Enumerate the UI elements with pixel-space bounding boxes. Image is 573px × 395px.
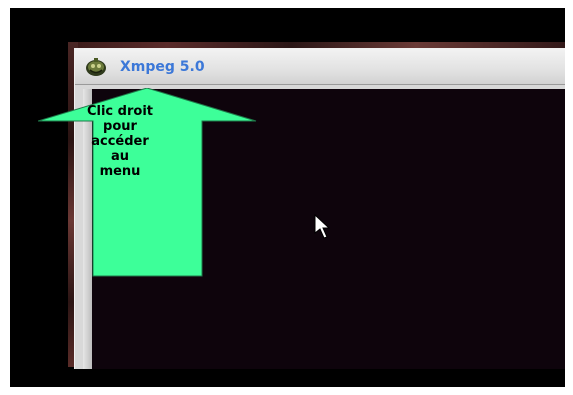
callout-line: Clic droit <box>86 104 153 119</box>
xmpeg-app-icon[interactable] <box>85 57 107 77</box>
callout-line: accéder <box>91 134 149 149</box>
screen: Xmpeg 5.0 Clic droit pour accéder au men… <box>10 8 565 387</box>
screenshot-frame: Xmpeg 5.0 Clic droit pour accéder au men… <box>0 0 573 395</box>
callout-line: menu <box>99 164 141 179</box>
callout-text: Clic droit pour accéder au menu <box>68 104 172 179</box>
window-title: Xmpeg 5.0 <box>120 59 205 75</box>
arrow-cursor-icon <box>314 214 331 239</box>
callout-line: au <box>110 149 130 164</box>
window-titlebar[interactable]: Xmpeg 5.0 <box>75 49 565 85</box>
callout-line: pour <box>103 119 137 134</box>
